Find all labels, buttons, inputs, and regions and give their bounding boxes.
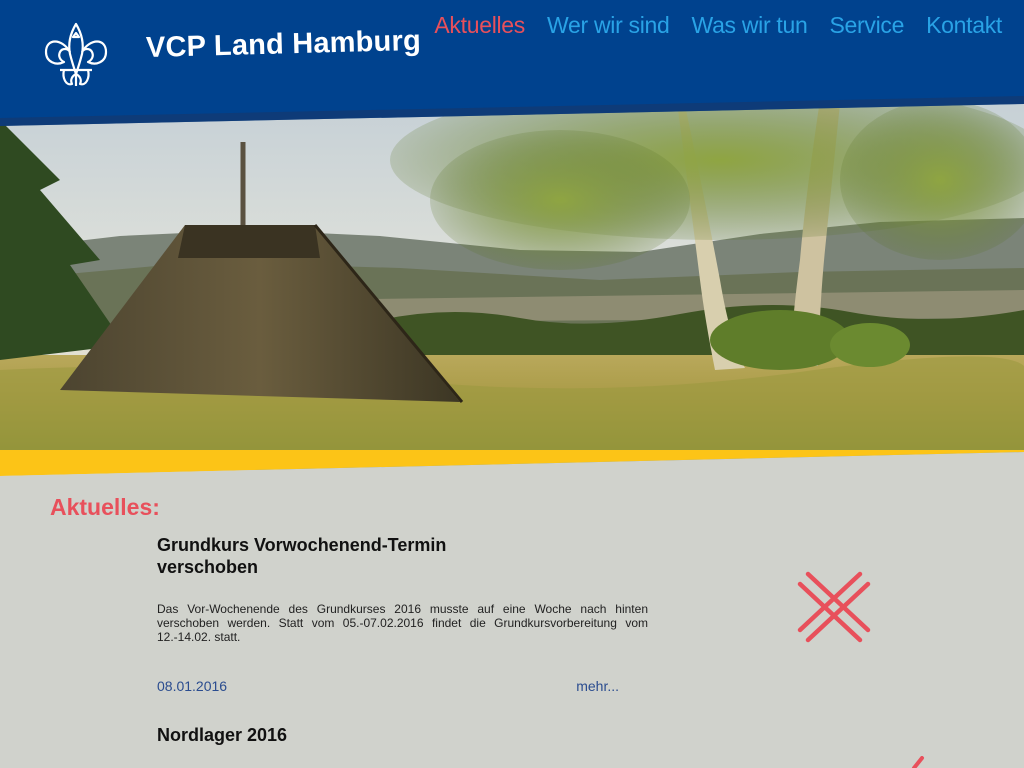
- article-meta: 08.01.2016 mehr...: [157, 678, 619, 694]
- news-article: Nordlager 2016: [157, 724, 648, 746]
- yellow-divider: [0, 440, 1024, 480]
- nav-item-kontakt[interactable]: Kontakt: [926, 12, 1002, 39]
- article-title[interactable]: Nordlager 2016: [157, 724, 457, 746]
- nav-item-aktuelles[interactable]: Aktuelles: [434, 12, 525, 39]
- section-title: Aktuelles:: [50, 494, 160, 520]
- logo-fleur-de-lis: [44, 22, 108, 86]
- read-more-link[interactable]: mehr...: [576, 678, 619, 694]
- article-title[interactable]: Grundkurs Vorwochenend-Termin verschoben: [157, 534, 457, 578]
- hero-image: [0, 0, 1024, 470]
- hero-landscape-illustration: [0, 0, 1024, 470]
- decoration-icon: [912, 756, 924, 768]
- nav-item-wer-wir-sind[interactable]: Wer wir sind: [547, 12, 670, 39]
- yellow-divider-shape: [0, 450, 1024, 480]
- news-article: Grundkurs Vorwochenend-Termin verschoben…: [157, 534, 648, 694]
- page: VCP Land Hamburg Aktuelles Wer wir sind …: [0, 0, 1024, 768]
- nav-item-service[interactable]: Service: [830, 12, 905, 39]
- article-text: Das Vor-Wochenende des Grundkurses 2016 …: [157, 602, 648, 644]
- crossed-lines-icon: [797, 571, 871, 643]
- main-nav: Aktuelles Wer wir sind Was wir tun Servi…: [434, 12, 1002, 39]
- fleur-de-lis-icon[interactable]: [40, 20, 112, 92]
- nav-item-was-wir-tun[interactable]: Was wir tun: [692, 12, 808, 39]
- article-date: 08.01.2016: [157, 678, 228, 694]
